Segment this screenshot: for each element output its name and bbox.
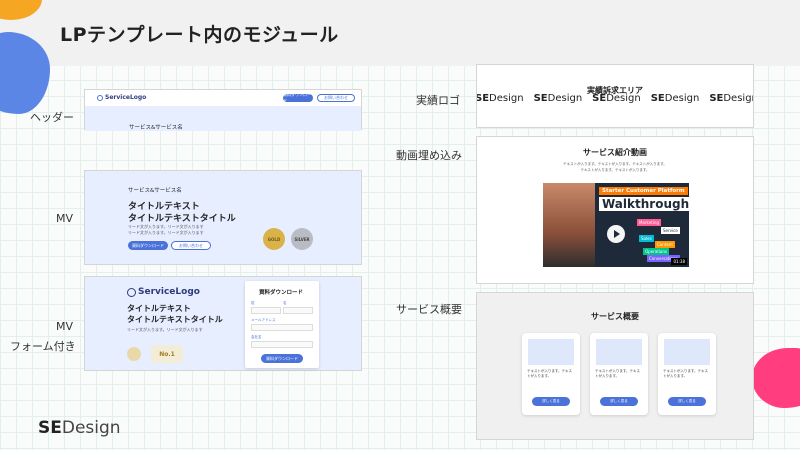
service-illustration xyxy=(596,339,642,365)
pink-blob-decoration xyxy=(752,348,800,408)
service-module: サービス概要 テキストが入ります。テキストが入ります。 詳しく見る テキストが入… xyxy=(476,292,754,440)
no1-badge: No.1 xyxy=(151,345,183,363)
service-title: サービス概要 xyxy=(591,312,639,321)
label-service: サービス概要 xyxy=(396,303,462,316)
label-mv: MV xyxy=(56,212,74,225)
service-card-text: テキストが入ります。テキストが入ります。 xyxy=(595,369,640,378)
client-logo: SEDesign xyxy=(709,93,753,104)
logo-triangle-icon xyxy=(127,287,136,297)
play-button-icon[interactable] xyxy=(607,225,625,243)
service-illustration xyxy=(664,339,710,365)
brand-logo: SEDesign xyxy=(38,418,121,438)
mv-eyebrow: サービス&サービス名 xyxy=(128,188,182,194)
service-illustration xyxy=(528,339,574,365)
tag-service: Service xyxy=(661,227,680,234)
service-card-button[interactable]: 詳しく見る xyxy=(600,397,638,406)
last-name-input[interactable] xyxy=(251,307,281,314)
page-title: LPテンプレート内のモジュール xyxy=(60,24,339,46)
client-logo: SEDesign xyxy=(650,93,700,104)
mv-form-logo: ServiceLogo xyxy=(127,287,200,297)
service-card: テキストが入ります。テキストが入ります。 詳しく見る xyxy=(522,333,580,415)
tag-marketing: Marketing xyxy=(637,219,661,226)
service-card-text: テキストが入ります。テキストが入ります。 xyxy=(527,369,572,378)
logo-row: SEDesign SEDesign SEDesign SEDesign SEDe… xyxy=(476,93,753,104)
tag-content: Content xyxy=(655,241,675,248)
mv-form-body: リード文が入ります。リード文が入ります xyxy=(127,327,203,332)
service-card: テキストが入ります。テキストが入ります。 詳しく見る xyxy=(658,333,716,415)
service-card-text: テキストが入ります。テキストが入ります。 xyxy=(663,369,708,378)
email-input[interactable] xyxy=(251,324,313,331)
mv-module: サービス&サービス名 タイトルテキスト タイトルテキストタイトル リード文が入り… xyxy=(84,170,362,265)
header-band-text: サービス&サービス名 xyxy=(129,125,183,131)
header-download-button[interactable]: 資料ダウンロード xyxy=(283,92,313,103)
presenter-image xyxy=(543,183,595,267)
tag-sales: Sales xyxy=(639,235,654,242)
award-seal-icon xyxy=(127,347,141,361)
video-caption-2: テキストが入ります。テキストが入ります。 xyxy=(580,168,650,172)
mv-form-heading-1: タイトルテキスト xyxy=(127,304,191,313)
achievement-module: 実績訴求エリア SEDesign SEDesign SEDesign SEDes… xyxy=(476,64,754,128)
service-card-button[interactable]: 詳しく見る xyxy=(668,397,706,406)
form-title: 資料ダウンロード xyxy=(259,290,304,296)
mv-download-button[interactable]: 資料ダウンロード xyxy=(128,241,168,250)
header-contact-button[interactable]: お問い合わせ xyxy=(317,94,355,102)
label-achievement: 実績ロゴ xyxy=(416,94,460,107)
service-card-button[interactable]: 詳しく見る xyxy=(532,397,570,406)
client-logo: SEDesign xyxy=(476,93,524,104)
label-mv-form-1: MV xyxy=(56,320,74,333)
video-title: サービス紹介動画 xyxy=(583,148,647,157)
field-label-email: メールアドレス xyxy=(251,318,276,322)
label-video: 動画埋め込み xyxy=(396,149,462,162)
video-module: サービス紹介動画 テキストが入ります。テキストが入ります。テキストが入ります。 … xyxy=(476,136,754,284)
client-logo: SEDesign xyxy=(592,93,641,104)
video-small-title: Starter Customer Platform xyxy=(599,187,688,195)
label-mv-form-2: フォーム付き xyxy=(10,340,76,353)
mv-form-module: ServiceLogo タイトルテキスト タイトルテキストタイトル リード文が入… xyxy=(84,276,362,371)
company-input[interactable] xyxy=(251,341,313,348)
client-logo: SEDesign xyxy=(533,93,583,104)
first-name-input[interactable] xyxy=(283,307,313,314)
mv-contact-button[interactable]: お問い合わせ xyxy=(171,241,211,250)
header-module: ServiceLogo 資料ダウンロード お問い合わせ サービス&サービス名 xyxy=(84,89,362,131)
download-form: 資料ダウンロード 姓 名 メールアドレス 会社名 資料ダウンロード xyxy=(245,281,319,368)
video-big-title: Walkthrough xyxy=(599,197,689,211)
video-duration: 01:38 xyxy=(671,258,687,265)
label-header: ヘッダー xyxy=(30,111,74,124)
field-label-first-name: 名 xyxy=(283,301,287,305)
silver-medal-icon: SILVER xyxy=(291,228,313,250)
mv-form-heading-2: タイトルテキストタイトル xyxy=(127,315,223,324)
mv-body-2: リード文が入ります。リード文が入ります xyxy=(128,230,204,235)
logo-triangle-icon xyxy=(97,94,103,101)
field-label-last-name: 姓 xyxy=(251,301,255,305)
gold-medal-icon: GOLD xyxy=(263,228,285,250)
field-label-company: 会社名 xyxy=(251,335,262,339)
service-card: テキストが入ります。テキストが入ります。 詳しく見る xyxy=(590,333,648,415)
video-player[interactable]: Starter Customer Platform Walkthrough Ma… xyxy=(543,183,689,267)
form-submit-button[interactable]: 資料ダウンロード xyxy=(261,354,303,363)
header-logo: ServiceLogo xyxy=(97,94,146,101)
mv-heading-2: タイトルテキストタイトル xyxy=(128,214,236,224)
tag-operations: Operations xyxy=(643,248,669,255)
